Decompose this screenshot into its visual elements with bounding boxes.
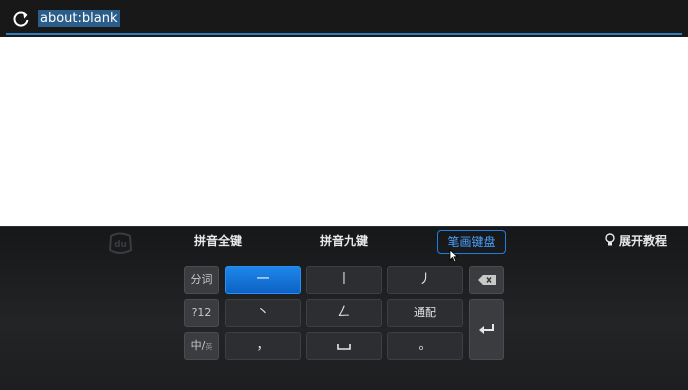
key-enter[interactable] <box>469 299 504 360</box>
key-comma[interactable]: ， <box>225 332 301 360</box>
url-input[interactable]: about:blank <box>38 10 120 27</box>
page-content <box>0 37 688 226</box>
reload-icon[interactable] <box>12 10 30 28</box>
key-lang-switch[interactable]: 中/英 <box>184 332 219 360</box>
du-logo-icon[interactable]: du <box>107 232 134 255</box>
mode-pinyin-full[interactable]: 拼音全键 <box>183 230 253 254</box>
key-stroke-dian[interactable]: 丶 <box>225 299 301 327</box>
key-space[interactable] <box>306 332 382 360</box>
lang-main-label: 中/ <box>190 339 206 352</box>
url-bar: about:blank <box>0 0 688 37</box>
key-period[interactable]: 。 <box>387 332 463 360</box>
key-backspace[interactable] <box>469 266 504 294</box>
key-stroke-shu[interactable]: 丨 <box>306 266 382 294</box>
backspace-icon <box>477 275 496 285</box>
mode-pinyin-nine[interactable]: 拼音九键 <box>309 230 379 254</box>
url-underline <box>6 33 682 35</box>
key-stroke-heng[interactable]: 一 <box>225 266 301 294</box>
lightbulb-icon <box>605 233 615 246</box>
key-wildcard[interactable]: 通配 <box>387 299 463 327</box>
key-stroke-pie[interactable]: 丿 <box>387 266 463 294</box>
key-numeric[interactable]: ?12 <box>184 299 219 327</box>
mode-stroke[interactable]: 笔画键盘 <box>437 230 506 254</box>
tutorial-label: 展开教程 <box>619 234 668 248</box>
lang-sub-label: 英 <box>205 343 213 351</box>
tutorial-button[interactable]: 展开教程 <box>604 230 667 254</box>
space-icon <box>337 344 351 350</box>
key-stroke-zhe[interactable]: 𠃋 <box>306 299 382 327</box>
key-word-segment[interactable]: 分词 <box>184 266 219 294</box>
svg-text:du: du <box>114 240 127 250</box>
mouse-pointer-icon <box>449 249 459 263</box>
enter-icon <box>478 324 494 334</box>
soft-keyboard: du 拼音全键 拼音九键 笔画键盘 展开教程 分词 ?12 中/英 一 丨 丿 … <box>0 226 688 390</box>
keyboard-toolbar: du 拼音全键 拼音九键 笔画键盘 展开教程 <box>0 226 688 256</box>
